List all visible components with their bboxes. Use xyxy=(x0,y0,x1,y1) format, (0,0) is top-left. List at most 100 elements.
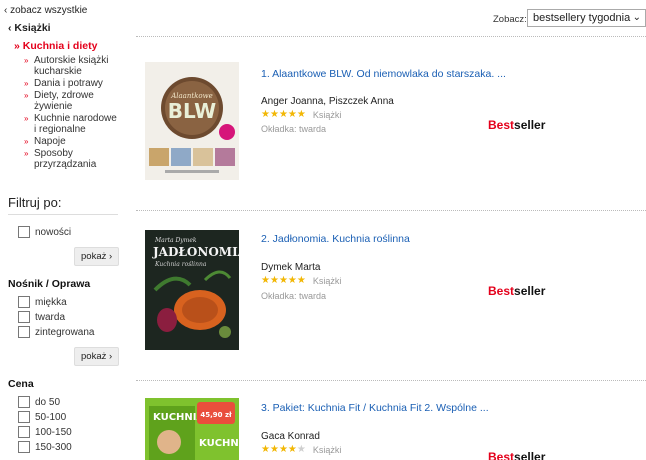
sort-label: Zobacz: xyxy=(493,14,527,25)
star-icon: ★ xyxy=(287,109,297,120)
subcategory-item-preparation[interactable]: » Sposoby przyrządzania xyxy=(22,148,130,170)
checkbox[interactable] xyxy=(18,311,30,323)
bestseller-badge: Bestseller xyxy=(488,450,545,460)
product-cover-type: Okładka: twarda xyxy=(261,291,327,301)
checkbox[interactable] xyxy=(18,411,30,423)
product-item: KUCHNIA 45,90 zł KUCHNIA 3. Pakiet: Kuch… xyxy=(138,384,646,460)
books-category-link[interactable]: ‹ Książki xyxy=(8,22,51,34)
subcategory-label: Napoje xyxy=(34,136,66,147)
product-kind: Książki xyxy=(312,276,342,286)
star-icon: ★ xyxy=(278,444,288,455)
media-filter-title: Nośnik / Oprawa xyxy=(8,278,91,290)
checkbox[interactable] xyxy=(18,426,30,438)
filter-price-150-300[interactable]: 150-300 xyxy=(18,441,72,453)
divider xyxy=(136,210,646,211)
subcategory-label: Dania i potrawy xyxy=(34,78,103,89)
product-cover-image[interactable]: Alaantkowe BLW xyxy=(145,62,239,180)
product-title-link[interactable]: 1. Alaantkowe BLW. Od niemowlaka do star… xyxy=(261,68,506,80)
star-icon: ★ xyxy=(269,109,279,120)
cover-author: Marta Dymek xyxy=(154,237,197,244)
product-item: Marta Dymek JADŁONOMIA Kuchnia roślinna … xyxy=(138,214,646,380)
product-title-link[interactable]: 2. Jadłonomia. Kuchnia roślinna xyxy=(261,233,410,245)
price-filter-title: Cena xyxy=(8,378,34,390)
divider xyxy=(136,36,646,37)
cover-title-2: KUCHNIA xyxy=(199,438,239,449)
subcategory-label: Diety, zdrowe xyxy=(34,90,94,101)
subcategory-label: żywienie xyxy=(34,101,73,112)
checkbox[interactable] xyxy=(18,396,30,408)
star-icon: ★ xyxy=(261,444,270,455)
subcategory-label: Sposoby xyxy=(34,148,73,159)
filter-media-soft[interactable]: miękka xyxy=(18,296,67,308)
badge-part: seller xyxy=(514,284,546,298)
product-kind: Książki xyxy=(312,110,342,120)
product-author: Dymek Marta xyxy=(261,262,321,273)
show-media-button[interactable]: pokaż › xyxy=(74,347,120,366)
filter-price-50-100[interactable]: 50-100 xyxy=(18,411,66,423)
subcategory-item-healthy-diets[interactable]: » Diety, zdrowe żywienie xyxy=(22,90,130,112)
subcategory-item-drinks[interactable]: » Napoje xyxy=(22,136,130,147)
checkbox-label: zintegrowana xyxy=(35,326,95,338)
product-kind: Książki xyxy=(312,445,342,455)
product-cover-type: Okładka: twarda xyxy=(261,124,327,134)
subcategory-item-author-cookbooks[interactable]: » Autorskie książki kucharskie xyxy=(22,55,130,77)
bestseller-badge: Bestseller xyxy=(488,118,545,132)
product-cover-image[interactable]: Marta Dymek JADŁONOMIA Kuchnia roślinna xyxy=(145,230,239,350)
sort-select[interactable]: bestsellery tygodnia ⌄ xyxy=(527,9,646,27)
filter-price-0-50[interactable]: do 50 xyxy=(18,396,60,408)
checkbox[interactable] xyxy=(18,226,30,238)
chevron-down-icon: ⌄ xyxy=(632,12,641,23)
subcategory-item-national-cuisines[interactable]: » Kuchnie narodowe i regionalne xyxy=(22,113,130,135)
bullet-icon: » xyxy=(24,149,29,158)
subcategory-list: » Autorskie książki kucharskie » Dania i… xyxy=(22,55,130,171)
bullet-icon: » xyxy=(24,56,29,65)
filter-media-integrated[interactable]: zintegrowana xyxy=(18,326,94,338)
filter-price-100-150[interactable]: 100-150 xyxy=(18,426,72,438)
bullet-icon: » xyxy=(24,114,29,123)
sidebar: ‹ zobacz wszystkie ‹ Książki » Kuchnia i… xyxy=(0,0,128,460)
bestseller-badge: Bestseller xyxy=(488,284,545,298)
filter-media-hard[interactable]: twarda xyxy=(18,311,65,323)
checkbox-label: 150-300 xyxy=(35,441,72,453)
star-icon: ★ xyxy=(287,444,297,455)
checkbox-label: 50-100 xyxy=(35,411,67,423)
checkbox[interactable] xyxy=(18,326,30,338)
product-rating: ★ ★ ★ ★ ★ Książki xyxy=(261,275,342,287)
cover-price: 45,90 zł xyxy=(200,411,232,419)
cover-blw-graphic: Alaantkowe BLW xyxy=(145,62,239,180)
star-icon: ★ xyxy=(261,109,270,120)
divider xyxy=(8,214,118,215)
product-rating: ★ ★ ★ ★ ★ Książki xyxy=(261,109,342,121)
subcategory-label: przyrządzania xyxy=(34,159,97,170)
star-half-icon: ★ xyxy=(296,109,306,120)
sort-selected-value: bestsellery tygodnia xyxy=(533,12,631,24)
badge-part: Best xyxy=(488,118,515,132)
subcategory-item-dishes[interactable]: » Dania i potrawy xyxy=(22,78,130,89)
cover-title: KUCHNIA xyxy=(153,412,204,423)
divider xyxy=(136,380,646,381)
badge-part: Best xyxy=(488,450,515,460)
product-author: Anger Joanna, Piszczek Anna xyxy=(261,96,394,107)
star-icon: ★ xyxy=(269,444,279,455)
product-author: Gaca Konrad xyxy=(261,431,320,442)
checkbox[interactable] xyxy=(18,296,30,308)
show-new-button[interactable]: pokaż › xyxy=(74,247,120,266)
checkbox-label: twarda xyxy=(35,311,66,323)
bullet-icon: » xyxy=(24,91,29,100)
filter-title: Filtruj po: xyxy=(8,195,62,210)
active-category-kitchen-diets[interactable]: » Kuchnia i diety xyxy=(14,40,97,52)
star-icon: ★ xyxy=(269,275,279,286)
checkbox-label: miękka xyxy=(35,296,67,308)
bullet-icon: » xyxy=(24,79,29,88)
star-empty-icon: ★ xyxy=(296,444,306,455)
star-icon: ★ xyxy=(296,275,306,286)
product-cover-image[interactable]: KUCHNIA 45,90 zł KUCHNIA xyxy=(145,398,239,460)
see-all-link[interactable]: ‹ zobacz wszystkie xyxy=(4,5,87,16)
star-icon: ★ xyxy=(261,275,270,286)
checkbox[interactable] xyxy=(18,441,30,453)
cover-jadlonomia-graphic: Marta Dymek JADŁONOMIA Kuchnia roślinna xyxy=(145,230,239,350)
badge-part: seller xyxy=(514,450,546,460)
filter-new-checkbox[interactable]: nowości xyxy=(18,226,71,238)
cover-title: BLW xyxy=(168,99,217,123)
product-title-link[interactable]: 3. Pakiet: Kuchnia Fit / Kuchnia Fit 2. … xyxy=(261,402,489,414)
